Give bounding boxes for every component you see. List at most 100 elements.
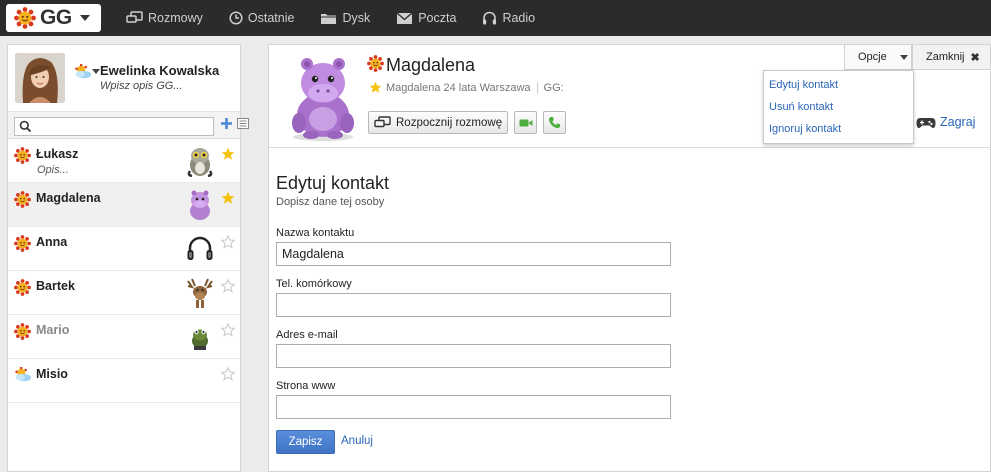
status-selector[interactable] (74, 64, 100, 79)
contact-item[interactable]: Misio (8, 359, 240, 403)
options-button[interactable]: Opcje (844, 45, 912, 70)
my-avatar[interactable] (15, 53, 65, 103)
nav-label: Dysk (342, 11, 371, 25)
close-icon: ✖ (970, 51, 980, 64)
contact-item[interactable]: Magdalena (8, 183, 240, 227)
gg-sun-logo-icon (14, 7, 36, 29)
menu-item-ignore-contact[interactable]: Ignoruj kontakt (764, 118, 913, 140)
form-subtitle: Dopisz dane tej osoby (276, 196, 385, 208)
menu-item-edit-contact[interactable]: Edytuj kontakt (764, 74, 913, 96)
nav-dysk[interactable]: Dysk (320, 11, 370, 25)
chat-icon (374, 116, 391, 128)
website-label: Strona www (276, 380, 336, 392)
save-button[interactable]: Zapisz (276, 430, 335, 454)
my-profile: Ewelinka Kowalska Wpisz opis GG... (8, 45, 240, 112)
contact-info-text: Magdalena 24 lata Warszawa (386, 81, 531, 94)
favorite-star-icon[interactable] (221, 367, 235, 381)
lemur-avatar (187, 148, 213, 177)
gg-menu-button[interactable]: GG (6, 4, 101, 32)
close-label: Zamknij (926, 51, 965, 63)
folder-icon (321, 13, 337, 24)
hippo-avatar (190, 190, 210, 220)
gg-number-label: GG: (543, 81, 564, 94)
play-game-link[interactable]: Zagraj (916, 115, 975, 129)
top-bar: GG Rozmowy Ostatnie Dysk Poczta Radio (0, 0, 991, 36)
clock-icon (229, 11, 243, 25)
favorite-star-icon[interactable] (369, 81, 382, 94)
voice-call-button[interactable] (543, 111, 566, 134)
search-icon (19, 120, 32, 133)
mail-icon (396, 11, 413, 24)
my-name: Ewelinka Kowalska (100, 63, 220, 78)
contact-name: Mario (36, 323, 70, 337)
email-field[interactable] (276, 344, 671, 368)
video-camera-icon (519, 119, 532, 126)
nav-poczta[interactable]: Poczta (396, 11, 456, 25)
favorite-star-icon[interactable] (221, 191, 235, 205)
website-field[interactable] (276, 395, 671, 419)
nav-ostatnie[interactable]: Ostatnie (229, 11, 294, 25)
contact-item[interactable]: Anna (8, 227, 240, 271)
frog-avatar (192, 329, 208, 350)
away-status-icon (14, 367, 32, 382)
favorite-star-icon[interactable] (221, 235, 235, 249)
close-button[interactable]: Zamknij ✖ (912, 45, 991, 70)
email-label: Adres e-mail (276, 329, 338, 341)
nav-label: Rozmowy (148, 11, 203, 25)
contact-name-label: Nazwa kontaktu (276, 227, 355, 239)
contact-name: Magdalena (36, 191, 101, 205)
contact-detail-panel: Magdalena Magdalena 24 lata Warszawa GG:… (268, 44, 991, 472)
available-status-icon (14, 279, 31, 296)
favorite-star-icon[interactable] (221, 279, 235, 293)
mobile-phone-field[interactable] (276, 293, 671, 317)
moose-avatar (187, 278, 213, 308)
main-nav: Rozmowy Ostatnie Dysk Poczta Radio (126, 0, 561, 36)
avatar-photo (15, 53, 65, 103)
options-dropdown: Edytuj kontakt Usuń kontakt Ignoruj kont… (763, 70, 914, 144)
headphones-avatar (187, 236, 213, 260)
chevron-down-icon (92, 68, 100, 74)
menu-item-delete-contact[interactable]: Usuń kontakt (764, 96, 913, 118)
away-status-icon (74, 64, 92, 79)
contact-description: Opis... (37, 164, 69, 176)
available-status-icon (14, 147, 31, 164)
cancel-link[interactable]: Anuluj (341, 435, 373, 447)
options-label: Opcje (858, 51, 887, 63)
available-status-icon (14, 323, 31, 340)
nav-label: Radio (502, 11, 536, 25)
form-title: Edytuj kontakt (276, 173, 390, 193)
available-status-icon (367, 55, 384, 72)
contact-name-field[interactable] (276, 242, 671, 266)
search-bar (8, 112, 249, 139)
contact-item[interactable]: Mario (8, 315, 240, 359)
contact-name: Łukasz (36, 147, 79, 161)
contact-header: Magdalena Magdalena 24 lata Warszawa GG:… (269, 45, 991, 148)
start-chat-button[interactable]: Rozpocznij rozmowę (368, 111, 508, 134)
add-contact-icon[interactable] (220, 117, 233, 130)
headphones-icon (483, 11, 497, 25)
available-status-icon (14, 235, 31, 252)
chevron-down-icon (79, 15, 90, 21)
contact-name: Bartek (36, 279, 75, 293)
gamepad-icon (916, 117, 936, 128)
nav-rozmowy[interactable]: Rozmowy (126, 11, 203, 25)
favorite-star-icon[interactable] (221, 323, 235, 337)
play-game-label: Zagraj (940, 115, 976, 129)
video-call-button[interactable] (514, 111, 537, 134)
nav-label: Poczta (418, 11, 457, 25)
hippo-avatar-large (292, 58, 354, 141)
favorite-star-icon[interactable] (221, 147, 235, 161)
start-chat-label: Rozpocznij rozmowę (396, 116, 503, 129)
nav-radio[interactable]: Radio (482, 11, 535, 25)
list-view-icon[interactable] (237, 118, 249, 129)
my-description[interactable]: Wpisz opis GG... (100, 80, 183, 92)
contact-item[interactable]: Bartek (8, 271, 240, 315)
search-input[interactable] (14, 117, 214, 136)
chevron-down-icon (899, 54, 908, 60)
divider (536, 81, 538, 94)
logo-text: GG (40, 6, 72, 29)
available-status-icon (14, 191, 31, 208)
contact-item[interactable]: Łukasz Opis... (8, 139, 240, 183)
mobile-phone-label: Tel. komórkowy (276, 278, 352, 290)
contact-title: Magdalena (386, 55, 476, 75)
